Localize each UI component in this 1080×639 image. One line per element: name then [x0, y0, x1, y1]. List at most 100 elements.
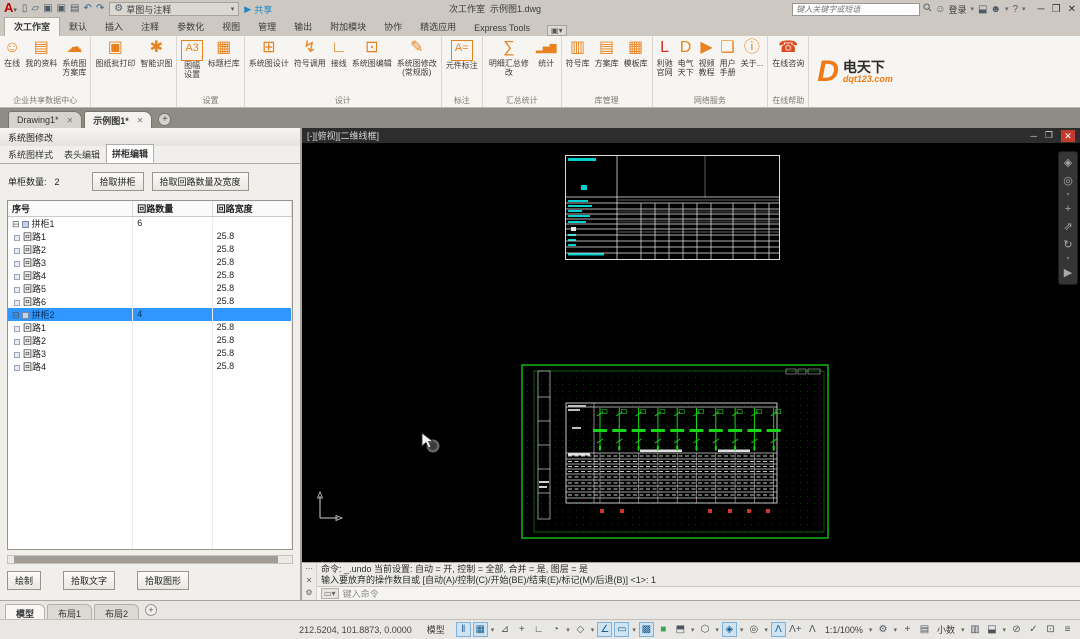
share-button[interactable]: ▶ 共享 — [244, 3, 272, 16]
dock-grip[interactable]: ⋯ — [305, 564, 313, 573]
new-file-icon[interactable]: ▯ — [22, 2, 28, 16]
ribbon-button[interactable]: A=元件标注 — [444, 37, 480, 71]
plot-icon[interactable]: ▤ — [70, 2, 79, 16]
chevron-down-icon[interactable]: ▾ — [691, 626, 695, 634]
row-name-cell[interactable]: 回路1 — [8, 230, 133, 243]
ribbon-button[interactable]: A3图幅 设置 — [179, 37, 204, 80]
customization-menu-icon[interactable]: ≡ — [1060, 622, 1075, 637]
ribbon-tab-3[interactable]: 注释 — [132, 18, 168, 36]
command-input-row[interactable]: ▭▾ 键入命令 — [317, 586, 1080, 600]
ribbon-button[interactable]: ▣图纸批打印 — [93, 37, 137, 69]
new-drawing-button[interactable]: + — [158, 113, 171, 126]
ribbon-tab-6[interactable]: 管理 — [249, 18, 285, 36]
3d-osnap-icon[interactable]: ⬡ — [697, 622, 712, 637]
quick-properties-icon[interactable]: ▥ — [967, 622, 982, 637]
search-icon[interactable] — [923, 3, 932, 15]
palette-button-2[interactable]: 拾取图形 — [137, 571, 189, 590]
lineweight-icon[interactable]: ■ — [656, 622, 671, 637]
sign-in-icon[interactable]: ☺ — [935, 4, 945, 15]
row-name-cell[interactable]: 回路4 — [8, 360, 133, 373]
annotation-autoscale-icon[interactable]: Λ+ — [788, 622, 803, 637]
table-row[interactable]: 回路125.8 — [8, 230, 292, 243]
table-row[interactable]: 回路325.8 — [8, 256, 292, 269]
ribbon-button[interactable]: ▦标题栏库 — [206, 37, 242, 69]
ribbon-tab-9[interactable]: 协作 — [375, 18, 411, 36]
chevron-down-icon[interactable]: ▾ — [869, 626, 873, 634]
cabinet-count-value[interactable]: 2 — [55, 177, 60, 187]
ribbon-tab-11[interactable]: Express Tools — [465, 21, 539, 36]
command-input-hint[interactable]: 键入命令 — [343, 587, 379, 600]
ribbon-tab-10[interactable]: 精选应用 — [411, 18, 465, 36]
search-input[interactable] — [792, 3, 920, 16]
ribbon-button[interactable]: ▤我的资料 — [23, 37, 59, 69]
annotation-scale-value[interactable]: 1:1/100% — [822, 625, 866, 635]
new-layout-button[interactable]: + — [145, 604, 157, 616]
redo-icon[interactable]: ↷ — [96, 2, 104, 16]
chevron-down-icon[interactable]: ▾ — [893, 626, 897, 634]
ribbon-display-toggle[interactable]: ▣▾ — [547, 25, 567, 36]
save-as-icon[interactable]: ▣ — [57, 2, 66, 16]
chevron-down-icon[interactable]: ▾ — [715, 626, 719, 634]
row-name-cell[interactable]: 回路2 — [8, 334, 133, 347]
viewport-controls[interactable]: [-][俯视][二维线框] — [307, 129, 379, 142]
ribbon-tab-0[interactable]: 次工作室 — [4, 17, 60, 36]
ribbon-button[interactable]: ↯符号调用 — [292, 37, 328, 69]
table-row[interactable]: 回路425.8 — [8, 269, 292, 282]
ribbon-button[interactable]: D电气 天下 — [676, 37, 696, 78]
graphics-performance-icon[interactable]: ✓ — [1026, 622, 1041, 637]
document-tab-1[interactable]: 示例图1*✕ — [84, 111, 152, 128]
model-space-button[interactable]: 模型 — [422, 622, 450, 637]
ribbon-button[interactable]: ⓘ关于... — [739, 37, 766, 69]
close-tab-icon[interactable]: ✕ — [137, 116, 144, 125]
horizontal-scrollbar[interactable] — [7, 555, 293, 564]
chevron-down-icon[interactable]: ▾ — [566, 626, 570, 634]
workspace-selector[interactable]: ⚙ 草图与注释 ▾ — [109, 2, 239, 16]
table-row[interactable]: 回路125.8 — [8, 321, 292, 334]
close-button[interactable]: ✕ — [1068, 4, 1076, 15]
scrollbar-thumb[interactable] — [14, 556, 278, 563]
osnap-tracking-icon[interactable]: ∠ — [597, 622, 612, 637]
palette-tab-1[interactable]: 表头编辑 — [59, 146, 105, 163]
table-row[interactable]: 回路325.8 — [8, 347, 292, 360]
ribbon-button[interactable]: ☺在线 — [2, 37, 22, 69]
ribbon-button[interactable]: ▂▅▇统计 — [534, 37, 559, 69]
isometric-icon[interactable]: ◇ — [573, 622, 588, 637]
model-space-canvas[interactable]: ◈◎▾+⇗↻▾▶ — [302, 143, 1080, 562]
close-command-icon[interactable]: ✕ — [306, 576, 313, 585]
row-name-cell[interactable]: 回路4 — [8, 269, 133, 282]
close-tab-icon[interactable]: ✕ — [67, 116, 74, 125]
clean-screen-icon[interactable]: ⊡ — [1043, 622, 1058, 637]
grid-icon[interactable]: ▦ — [473, 622, 488, 637]
ribbon-tab-8[interactable]: 附加模块 — [321, 18, 375, 36]
snap-icon[interactable]: ‖ — [456, 622, 471, 637]
ribbon-button[interactable]: ▶视频 教程 — [697, 37, 717, 78]
view-cube-icon[interactable]: ◈ — [1064, 157, 1072, 169]
document-tab-0[interactable]: Drawing1*✕ — [8, 111, 82, 128]
layout-tab-1[interactable]: 布局1 — [47, 604, 92, 620]
ribbon-tab-1[interactable]: 默认 — [60, 18, 96, 36]
table-row[interactable]: ⊟拼柜24 — [8, 308, 292, 321]
ribbon-button[interactable]: ☁系统图 方案库 — [60, 37, 88, 78]
polar-tracking-icon[interactable]: ◔ — [548, 622, 563, 637]
app-store-icon[interactable]: ⬓ — [978, 4, 987, 15]
ribbon-button[interactable]: ∟接线 — [329, 37, 349, 69]
selection-cycling-icon[interactable]: ⬒ — [673, 622, 688, 637]
layout-tab-2[interactable]: 布局2 — [94, 604, 139, 620]
expand-collapse-icon[interactable]: ⊟ — [12, 310, 20, 320]
row-name-cell[interactable]: ⊟拼柜2 — [8, 308, 133, 321]
save-icon[interactable]: ▣ — [43, 2, 52, 16]
ribbon-button[interactable]: ⊡系统图编辑 — [350, 37, 394, 69]
table-row[interactable]: 回路225.8 — [8, 334, 292, 347]
workspace-gear-icon[interactable]: ⚙ — [875, 622, 890, 637]
palette-tab-0[interactable]: 系统图样式 — [3, 146, 58, 163]
plus-icon[interactable]: + — [900, 622, 915, 637]
row-name-cell[interactable]: 回路2 — [8, 243, 133, 256]
row-name-cell[interactable]: 回路6 — [8, 295, 133, 308]
chevron-down-icon[interactable]: ▾ — [961, 626, 965, 634]
ribbon-button[interactable]: ▤方案库 — [593, 37, 621, 69]
selection-filter-icon[interactable]: ◎ — [746, 622, 761, 637]
row-name-cell[interactable]: 回路3 — [8, 256, 133, 269]
row-name-cell[interactable]: 回路5 — [8, 282, 133, 295]
ribbon-button[interactable]: ☎在线咨询 — [770, 37, 806, 69]
palette-tab-2[interactable]: 拼柜编辑 — [106, 144, 154, 163]
